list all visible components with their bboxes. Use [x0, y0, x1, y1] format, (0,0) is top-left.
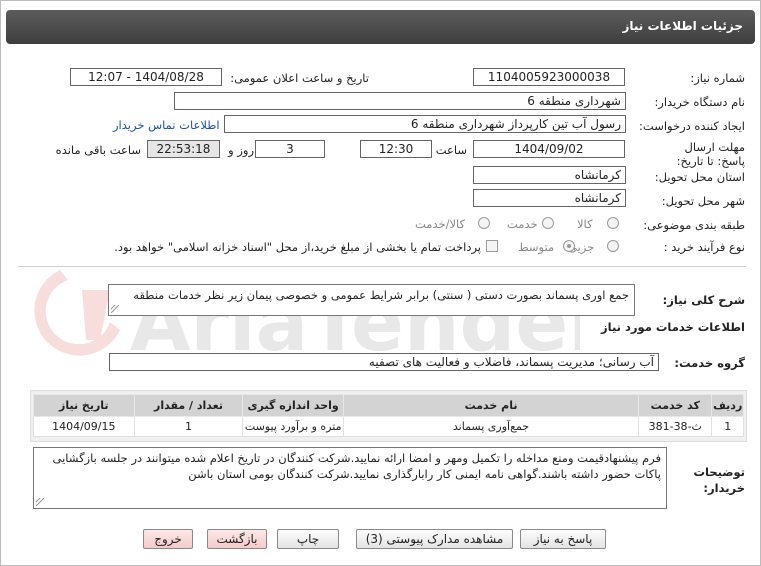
- cell-quantity: 1: [133, 416, 244, 437]
- notes-label-line2: خریدار:: [703, 481, 745, 495]
- city-field: کرمانشاه: [473, 189, 626, 207]
- aria-tender-watermark: AriaTender.net: [34, 270, 580, 369]
- buyer-notes-text: فرم پیشنهادقیمت ومنع مداخله را تکمیل ومه…: [52, 451, 661, 481]
- deadline-date-field: 1404/09/02: [473, 140, 625, 158]
- service-group-label: گروه خدمت:: [674, 356, 745, 370]
- section-divider: [18, 266, 746, 267]
- buyer-notes-textarea[interactable]: فرم پیشنهادقیمت ومنع مداخله را تکمیل ومه…: [33, 447, 667, 509]
- need-number-field: 1104005923000038: [473, 68, 625, 86]
- deadline-time-field: 12:30: [360, 140, 432, 158]
- category-option-goods-service: کالا/خدمت: [415, 217, 466, 231]
- remaining-time-label: ساعت باقی مانده: [55, 143, 141, 157]
- category-radio-goods[interactable]: [607, 217, 619, 229]
- province-field: کرمانشاه: [473, 166, 626, 184]
- service-group-field: آب رسانی؛ مدیریت پسماند، فاضلاب و فعالیت…: [109, 353, 659, 371]
- purchase-option-medium: متوسط: [518, 240, 555, 254]
- category-radio-service[interactable]: [542, 217, 554, 229]
- remaining-time-field: 22:53:18: [147, 140, 220, 158]
- col-header-unit: واحد اندازه گیری: [242, 394, 344, 417]
- days-remaining-field: 3: [255, 140, 325, 158]
- announce-field: 1404/08/28 - 12:07: [70, 68, 222, 86]
- cell-date: 1404/09/15: [33, 416, 135, 437]
- deadline-label: مهلت ارسال پاسخ: تا تاریخ:: [676, 140, 745, 168]
- deadline-time-label: ساعت: [435, 143, 467, 157]
- need-number-label: شماره نیاز:: [690, 71, 745, 85]
- cell-code: ث-38-381: [638, 416, 713, 437]
- resize-grip-icon[interactable]: [36, 498, 44, 506]
- resize-grip-icon[interactable]: [111, 305, 119, 313]
- page-title: جزئیات اطلاعات نیاز: [6, 10, 755, 44]
- notes-label-line1: توضیحات: [693, 465, 746, 479]
- buyer-contact-link[interactable]: اطلاعات تماس خریدار: [113, 118, 220, 132]
- services-table: ردیف کد خدمت نام خدمت واحد اندازه گیری ت…: [33, 394, 744, 437]
- summary-text: جمع اوری پسماند بصورت دستی ( سنتی) برابر…: [133, 288, 629, 302]
- buyer-label: نام دستگاه خریدار:: [654, 95, 745, 109]
- treasury-payment-note: پرداخت تمام یا بخشی از مبلغ خرید،از محل …: [114, 240, 481, 254]
- col-header-name: نام خدمت: [342, 394, 640, 417]
- buyer-field: شهرداری منطقه 6: [174, 92, 626, 110]
- purchase-type-label: نوع فرآیند خرید :: [663, 240, 745, 254]
- creator-label: ایجاد کننده درخواست:: [639, 119, 745, 133]
- col-header-code: کد خدمت: [638, 394, 713, 417]
- reply-button[interactable]: پاسخ به نیاز: [520, 529, 606, 549]
- province-label: استان محل تحویل:: [654, 170, 745, 184]
- table-row: 1 ث-38-381 جمع‌آوری پسماند متره و برآورد…: [33, 416, 744, 437]
- cell-name: جمع‌آوری پسماند: [342, 416, 640, 437]
- exit-button[interactable]: خروج: [143, 529, 193, 549]
- col-header-quantity: تعداد / مقدار: [133, 394, 244, 417]
- announce-label: تاریخ و ساعت اعلان عمومی:: [230, 71, 369, 85]
- services-section-title: اطلاعات خدمات مورد نیاز: [601, 320, 745, 334]
- city-label: شهر محل تحویل:: [661, 194, 745, 208]
- category-label: طبقه بندی موضوعی:: [643, 218, 745, 232]
- cell-unit: متره و برآورد پیوست: [242, 416, 344, 437]
- days-label: روز و: [228, 143, 254, 157]
- back-button[interactable]: بازگشت: [207, 529, 267, 549]
- summary-label: شرح کلی نیاز:: [662, 293, 745, 307]
- purchase-radio-minor[interactable]: [607, 240, 619, 252]
- view-documents-button[interactable]: مشاهده مدارک پیوستی (3): [356, 529, 513, 549]
- cell-row: 1: [711, 416, 744, 437]
- treasury-checkbox[interactable]: [486, 240, 498, 252]
- col-header-row: ردیف: [711, 394, 744, 417]
- category-option-service: خدمت: [507, 217, 538, 231]
- category-radio-goods-service[interactable]: [478, 217, 490, 229]
- summary-textarea[interactable]: جمع اوری پسماند بصورت دستی ( سنتی) برابر…: [108, 284, 635, 316]
- col-header-date: تاریخ نیاز: [33, 394, 135, 417]
- creator-field: رسول آب تین کارپرداز شهرداری منطقه 6: [224, 115, 626, 133]
- category-option-goods: کالا: [577, 217, 593, 231]
- print-button[interactable]: چاپ: [277, 529, 339, 549]
- purchase-radio-medium[interactable]: [563, 240, 575, 252]
